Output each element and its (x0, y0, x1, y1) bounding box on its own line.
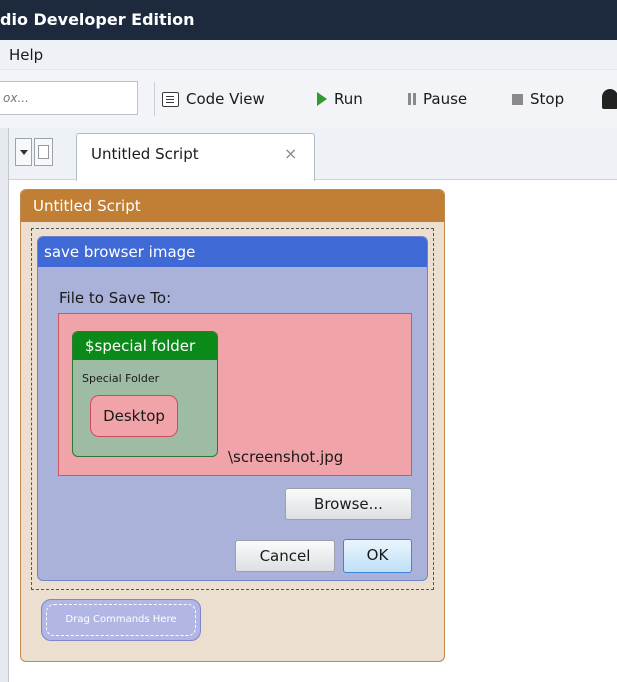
special-folder-block[interactable]: $special folder Special Folder Desktop (72, 331, 218, 457)
filename-text: \screenshot.jpg (228, 448, 344, 466)
tab-label: Untitled Script (91, 145, 199, 163)
pause-button[interactable]: Pause (408, 70, 467, 128)
title-bar: dio Developer Edition (0, 0, 617, 40)
save-browser-image-command[interactable]: save browser image File to Save To: $spe… (37, 236, 428, 581)
window-title: dio Developer Edition (0, 10, 195, 29)
bell-button[interactable] (602, 70, 617, 128)
file-path-drop-zone[interactable]: $special folder Special Folder Desktop \… (58, 313, 412, 476)
stop-button[interactable]: Stop (512, 70, 564, 128)
play-icon (317, 92, 327, 106)
tab-list-dropdown[interactable] (15, 138, 32, 166)
drag-commands-slot[interactable]: Drag Commands Here (41, 599, 201, 641)
tab-untitled-script[interactable]: Untitled Script × (76, 133, 315, 181)
code-view-button[interactable]: Code View (162, 70, 265, 128)
code-view-icon (162, 91, 179, 107)
ok-button[interactable]: OK (343, 539, 412, 573)
close-icon[interactable]: × (284, 134, 297, 174)
file-to-save-label: File to Save To: (59, 289, 172, 307)
drag-commands-label: Drag Commands Here (46, 604, 196, 636)
new-script-button[interactable] (34, 138, 53, 166)
run-label: Run (334, 90, 363, 108)
desktop-folder-chip[interactable]: Desktop (90, 395, 178, 437)
command-title: save browser image (38, 237, 427, 267)
browse-button[interactable]: Browse... (285, 488, 412, 520)
special-folder-title: $special folder (73, 332, 217, 360)
stop-icon (512, 93, 523, 105)
script-panel: Untitled Script save browser image File … (20, 189, 445, 662)
chevron-down-icon (19, 149, 28, 155)
tab-strip: Untitled Script × (9, 128, 617, 181)
script-title: Untitled Script (21, 190, 444, 222)
stop-label: Stop (530, 90, 565, 108)
left-panel-edge (0, 128, 9, 682)
run-button[interactable]: Run (317, 70, 363, 128)
menu-bar: Help (0, 40, 617, 70)
bell-icon (602, 89, 617, 109)
toolbar-separator (154, 82, 155, 116)
code-view-label: Code View (186, 90, 265, 108)
menu-help[interactable]: Help (9, 40, 43, 70)
special-folder-label: Special Folder (82, 372, 160, 385)
toolbar: Code View Run Pause Stop (0, 70, 617, 128)
document-icon (38, 145, 49, 159)
cancel-button[interactable]: Cancel (235, 540, 335, 572)
pause-label: Pause (423, 90, 468, 108)
search-input[interactable] (0, 81, 138, 115)
pause-icon (408, 93, 416, 105)
